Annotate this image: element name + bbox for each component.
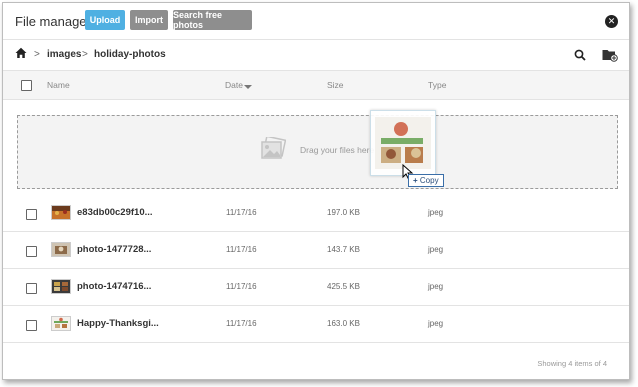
row-checkbox[interactable] xyxy=(26,283,37,294)
window-title: File manager xyxy=(15,14,91,29)
copy-tooltip: + Copy xyxy=(408,174,444,187)
upload-button[interactable]: Upload xyxy=(85,10,125,30)
table-row[interactable]: photo-1474716... 11/17/16 425.5 KB jpeg xyxy=(3,269,629,306)
file-date: 11/17/16 xyxy=(226,245,257,254)
file-size: 143.7 KB xyxy=(327,245,360,254)
column-header-name[interactable]: Name xyxy=(47,80,70,90)
row-checkbox[interactable] xyxy=(26,246,37,257)
file-thumbnail xyxy=(51,205,71,220)
table-header: Name Date Size Type xyxy=(3,71,629,99)
breadcrumb-separator: > xyxy=(82,49,88,60)
file-size: 163.0 KB xyxy=(327,319,360,328)
file-type: jpeg xyxy=(428,319,444,328)
file-name[interactable]: photo-1474716... xyxy=(77,281,151,292)
home-icon[interactable] xyxy=(15,47,27,59)
sort-descending-icon[interactable] xyxy=(244,85,252,89)
file-date: 11/17/16 xyxy=(226,282,257,291)
breadcrumb-item-holiday-photos[interactable]: holiday-photos xyxy=(94,49,166,60)
item-count-status: Showing 4 items of 4 xyxy=(537,359,607,368)
file-thumbnail xyxy=(51,316,71,331)
copy-tooltip-label: Copy xyxy=(419,176,439,185)
breadcrumb-separator: > xyxy=(34,49,40,60)
breadcrumb: > images > holiday-photos xyxy=(3,40,629,70)
breadcrumb-item-images[interactable]: images xyxy=(47,49,81,60)
column-header-size[interactable]: Size xyxy=(327,80,344,90)
file-thumbnail xyxy=(51,279,71,294)
row-checkbox[interactable] xyxy=(26,320,37,331)
file-name[interactable]: e83db00c29f10... xyxy=(77,207,153,218)
file-drop-zone[interactable]: Drag your files here xyxy=(17,115,618,189)
select-all-checkbox[interactable] xyxy=(21,80,32,91)
search-icon[interactable] xyxy=(574,49,586,61)
new-folder-icon[interactable] xyxy=(602,48,618,62)
drop-zone-text: Drag your files here xyxy=(300,145,375,155)
file-name[interactable]: photo-1477728... xyxy=(77,244,151,255)
column-header-type[interactable]: Type xyxy=(428,80,446,90)
search-free-photos-button[interactable]: Search free photos xyxy=(173,10,252,30)
file-name[interactable]: Happy-Thanksgi... xyxy=(77,318,159,329)
image-placeholder-icon xyxy=(261,137,286,159)
file-manager-window: File manager Upload Import Search free p… xyxy=(2,2,630,380)
title-bar: File manager Upload Import Search free p… xyxy=(3,3,629,39)
copy-plus-icon: + xyxy=(413,176,418,185)
file-type: jpeg xyxy=(428,282,444,291)
header-bottom-divider xyxy=(3,99,629,100)
file-type: jpeg xyxy=(428,245,444,254)
table-row[interactable]: photo-1477728... 11/17/16 143.7 KB jpeg xyxy=(3,232,629,269)
table-row[interactable]: e83db00c29f10... 11/17/16 197.0 KB jpeg xyxy=(3,195,629,232)
close-icon[interactable]: ✕ xyxy=(605,15,618,28)
file-date: 11/17/16 xyxy=(226,208,257,217)
row-divider xyxy=(3,342,629,343)
file-date: 11/17/16 xyxy=(226,319,257,328)
table-row[interactable]: Happy-Thanksgi... 11/17/16 163.0 KB jpeg xyxy=(3,306,629,343)
file-type: jpeg xyxy=(428,208,444,217)
file-size: 197.0 KB xyxy=(327,208,360,217)
file-thumbnail xyxy=(51,242,71,257)
column-header-date[interactable]: Date xyxy=(225,80,243,90)
import-button[interactable]: Import xyxy=(130,10,168,30)
file-size: 425.5 KB xyxy=(327,282,360,291)
row-checkbox[interactable] xyxy=(26,209,37,220)
